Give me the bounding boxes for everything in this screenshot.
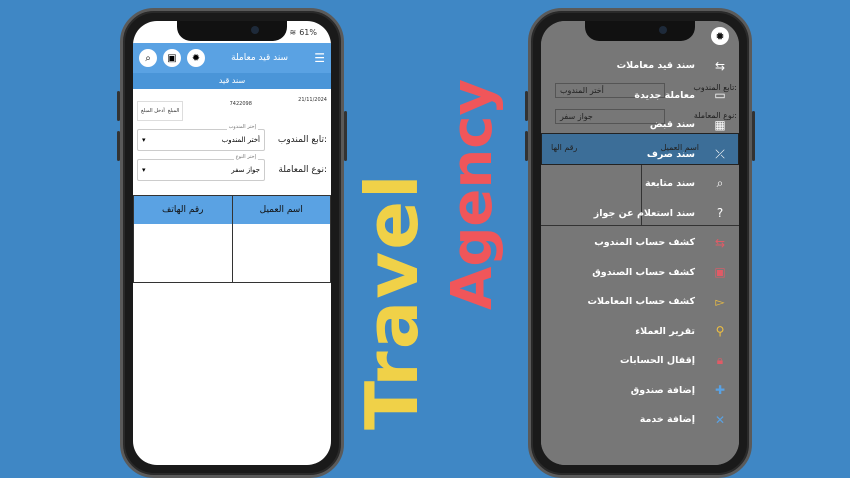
col-phone: رقم الهاتف: [162, 205, 204, 215]
table-header: رقم الهاتف اسم العميل: [134, 196, 330, 224]
user-add-icon: ✚: [714, 383, 726, 398]
menu-item[interactable]: تقرير العملاء ⚲: [541, 317, 739, 347]
link-icon: ⇆: [714, 235, 726, 250]
card-add-icon: ▭: [714, 88, 726, 103]
terminal-icon: ▻: [715, 294, 725, 309]
amount-label: المبلغ: [167, 108, 180, 114]
menu-item[interactable]: كشف حساب الصندوق ▣: [541, 258, 739, 288]
menu-item-label: سند قبض: [649, 119, 695, 131]
menu-item-label: كشف حساب المندوب: [594, 237, 695, 249]
menu-item[interactable]: سند صرف ⤫: [541, 140, 739, 170]
subtitle-bar: سند قيد: [133, 73, 331, 89]
menu-item-label: سند متابعة: [644, 178, 695, 190]
menu-item[interactable]: سند قبض ▦: [541, 110, 739, 140]
amount-value: أدخل المبلغ: [141, 108, 165, 114]
agent-value: أختر المندوب: [221, 136, 260, 144]
menu-item[interactable]: إقفال الحسابات 🔒︎: [541, 346, 739, 376]
type-hint: إختر النوع: [233, 154, 258, 160]
agent-label: تابع المندوب:: [277, 135, 327, 145]
menu-item-label: سند قيد معاملات: [616, 60, 695, 72]
type-label: نوع المعاملة:: [278, 165, 327, 175]
battery-text: 61%: [299, 27, 317, 37]
agent-hint: إختر المندوب: [226, 124, 258, 130]
menu-item-label: كشف حساب المعاملات: [587, 296, 695, 308]
menu-item-label: سند صرف: [646, 148, 695, 160]
link-off-icon: ⤫: [715, 146, 725, 161]
brand-travel: Travel: [350, 172, 434, 430]
amount-box[interactable]: أدخل المبلغ المبلغ: [137, 101, 184, 121]
menu-item[interactable]: سند متابعة ⌕: [541, 169, 739, 199]
menu-item-label: سند استعلام عن جواز: [593, 207, 695, 219]
app-bar: ⌕ ▣ ✹ سند قيد معاملة ☰: [133, 43, 331, 73]
gear-icon[interactable]: ✹: [711, 27, 729, 45]
type-row: ▾ جواز سفر إختر النوع نوع المعاملة:: [133, 154, 331, 185]
menu-item[interactable]: إضافة صندوق ✚: [541, 376, 739, 406]
screen-left: ≋ 61% ⌕ ▣ ✹ سند قيد معاملة ☰ سند قيد أدخ…: [133, 21, 331, 465]
clients-table: رقم الهاتف اسم العميل: [133, 195, 331, 283]
nav-drawer: ✹ سند قيد معاملات ⇆ معاملة جديدة ▭ سند قبض ▦ س…: [541, 21, 739, 465]
menu-item-label: إقفال الحسابات: [619, 355, 695, 367]
menu-item[interactable]: كشف حساب المعاملات ▻: [541, 287, 739, 317]
menu-icon[interactable]: ☰: [314, 51, 325, 65]
date-box: 21/11/2024: [298, 97, 327, 121]
phone-left: ≋ 61% ⌕ ▣ ✹ سند قيد معاملة ☰ سند قيد أدخ…: [117, 8, 347, 478]
date-value: 21/11/2024: [298, 97, 327, 103]
box-icon: ▣: [714, 265, 726, 280]
tools-icon: ✕: [714, 412, 726, 427]
menu-item-label: إضافة خدمة: [639, 414, 695, 426]
lock-icon: 🔒︎: [716, 353, 724, 368]
page-title: سند قيد معاملة: [231, 53, 289, 63]
search-icon[interactable]: ⌕: [139, 49, 157, 67]
menu-item[interactable]: معاملة جديدة ▭: [541, 81, 739, 111]
menu-item-label: تقرير العملاء: [635, 325, 695, 337]
number-box: 7422098: [230, 101, 252, 121]
agent-row: ▾ أختر المندوب إختر المندوب تابع المندوب…: [133, 124, 331, 155]
link-icon: ⇆: [714, 58, 726, 73]
menu-item[interactable]: إضافة خدمة ✕: [541, 405, 739, 435]
screen-right: تابع المندوب: أختر المندوب نوع المعاملة:…: [541, 21, 739, 465]
wifi-icon: ≋: [289, 27, 297, 37]
chevron-down-icon: ▾: [142, 136, 146, 144]
menu-item-label: كشف حساب الصندوق: [592, 266, 695, 278]
menu-item[interactable]: كشف حساب المندوب ⇆: [541, 228, 739, 258]
phone-right: تابع المندوب: أختر المندوب نوع المعاملة:…: [525, 8, 755, 478]
brand-agency: Agency: [440, 79, 505, 310]
gear-icon[interactable]: ✹: [187, 49, 205, 67]
search-icon: ⌕: [716, 176, 724, 191]
type-select[interactable]: ▾ جواز سفر إختر النوع: [137, 154, 265, 181]
agent-select[interactable]: ▾ أختر المندوب إختر المندوب: [137, 124, 265, 151]
save-icon[interactable]: ▣: [163, 49, 181, 67]
question-icon: ?: [716, 206, 724, 221]
col-name: اسم العميل: [231, 196, 331, 224]
number-value: 7422098: [229, 101, 252, 107]
menu-item[interactable]: سند قيد معاملات ⇆: [541, 51, 739, 81]
menu-item[interactable]: سند استعلام عن جواز?: [541, 199, 739, 229]
user-search-icon: ⚲: [715, 324, 725, 339]
table-row[interactable]: [134, 224, 330, 282]
menu-item-label: معاملة جديدة: [634, 89, 695, 101]
menu-item-label: إضافة صندوق: [630, 384, 695, 396]
drawer-menu: سند قيد معاملات ⇆ معاملة جديدة ▭ سند قبض ▦ سند…: [541, 51, 739, 435]
chevron-down-icon: ▾: [142, 166, 146, 174]
table-icon: ▦: [714, 117, 726, 132]
type-value: جواز سفر: [231, 166, 260, 174]
info-row: أدخل المبلغ المبلغ 7422098 21/11/2024: [133, 89, 331, 121]
